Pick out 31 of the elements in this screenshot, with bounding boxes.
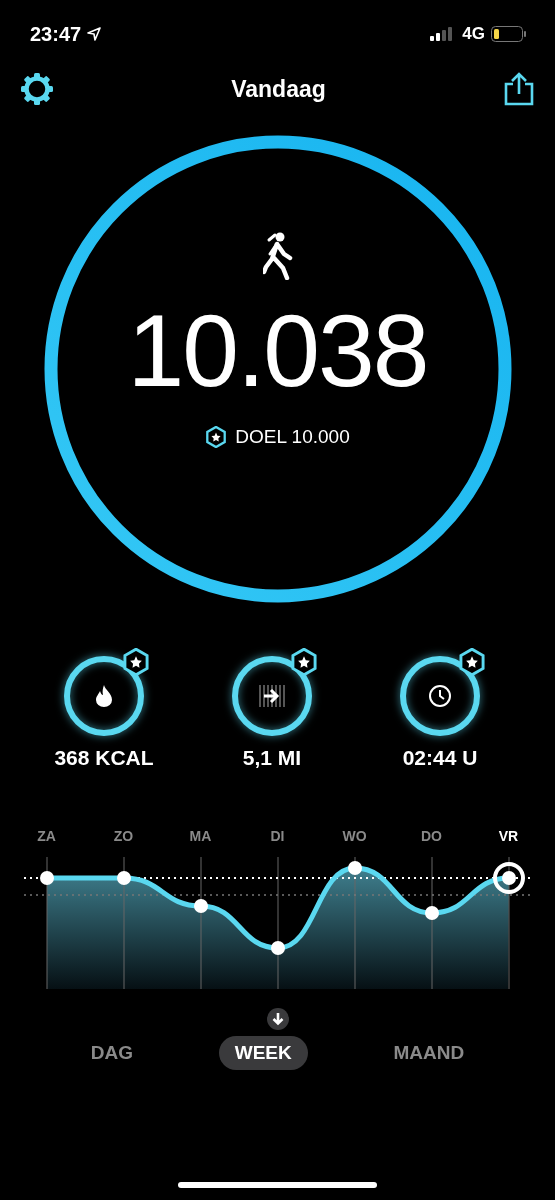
day-label[interactable]: ZO [85, 828, 162, 844]
location-icon [87, 27, 102, 41]
distance-icon [258, 685, 286, 707]
day-label[interactable]: VR [470, 828, 547, 844]
settings-icon[interactable] [20, 72, 54, 106]
star-badge-icon [458, 648, 486, 676]
day-label[interactable]: ZA [8, 828, 85, 844]
step-count: 10.038 [127, 300, 428, 402]
flame-icon [96, 685, 112, 707]
stat-value: 368 KCAL [54, 746, 154, 770]
star-badge-icon [290, 648, 318, 676]
day-label[interactable]: MA [162, 828, 239, 844]
period-tab[interactable]: MAAND [377, 1036, 481, 1070]
status-time: 23:47 [30, 22, 82, 46]
goal-badge-icon [205, 426, 228, 448]
day-label[interactable]: DO [393, 828, 470, 844]
walking-person-icon [262, 232, 293, 280]
period-tab[interactable]: WEEK [218, 1036, 308, 1070]
network-label: 4G [462, 24, 485, 44]
stat-value: 02:44 U [402, 746, 478, 770]
download-icon[interactable] [266, 1008, 289, 1030]
day-label[interactable]: DI [239, 828, 316, 844]
stat-value: 5,1 MI [242, 746, 302, 770]
goal-label: DOEL 10.000 [235, 426, 350, 448]
day-label[interactable]: WO [316, 828, 393, 844]
clock-icon [428, 684, 452, 708]
battery-icon [491, 26, 527, 42]
star-badge-icon [122, 648, 150, 676]
screen-title: Vandaag [231, 75, 326, 103]
share-icon[interactable] [503, 72, 535, 106]
period-tab[interactable]: DAG [74, 1036, 150, 1070]
